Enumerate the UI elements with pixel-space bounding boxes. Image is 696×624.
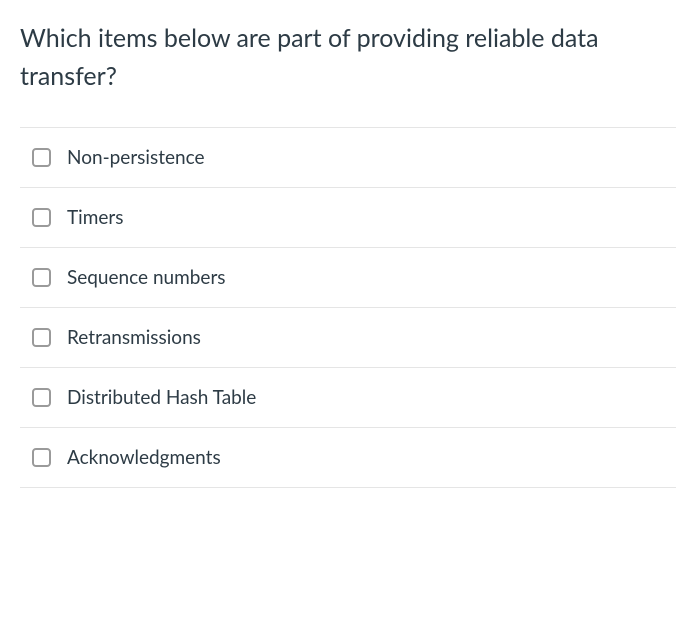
option-row[interactable]: Non-persistence [20,128,676,188]
option-label: Non-persistence [67,146,205,169]
options-list: Non-persistence Timers Sequence numbers … [20,127,676,488]
checkbox[interactable] [32,328,51,347]
checkbox[interactable] [32,448,51,467]
option-row[interactable]: Retransmissions [20,308,676,368]
checkbox[interactable] [32,388,51,407]
option-label: Retransmissions [67,326,201,349]
option-row[interactable]: Distributed Hash Table [20,368,676,428]
checkbox[interactable] [32,148,51,167]
option-row[interactable]: Acknowledgments [20,428,676,488]
option-row[interactable]: Timers [20,188,676,248]
option-label: Timers [67,206,123,229]
option-label: Acknowledgments [67,446,221,469]
option-row[interactable]: Sequence numbers [20,248,676,308]
checkbox[interactable] [32,208,51,227]
question-text: Which items below are part of providing … [20,20,676,95]
option-label: Distributed Hash Table [67,386,256,409]
checkbox[interactable] [32,268,51,287]
option-label: Sequence numbers [67,266,226,289]
